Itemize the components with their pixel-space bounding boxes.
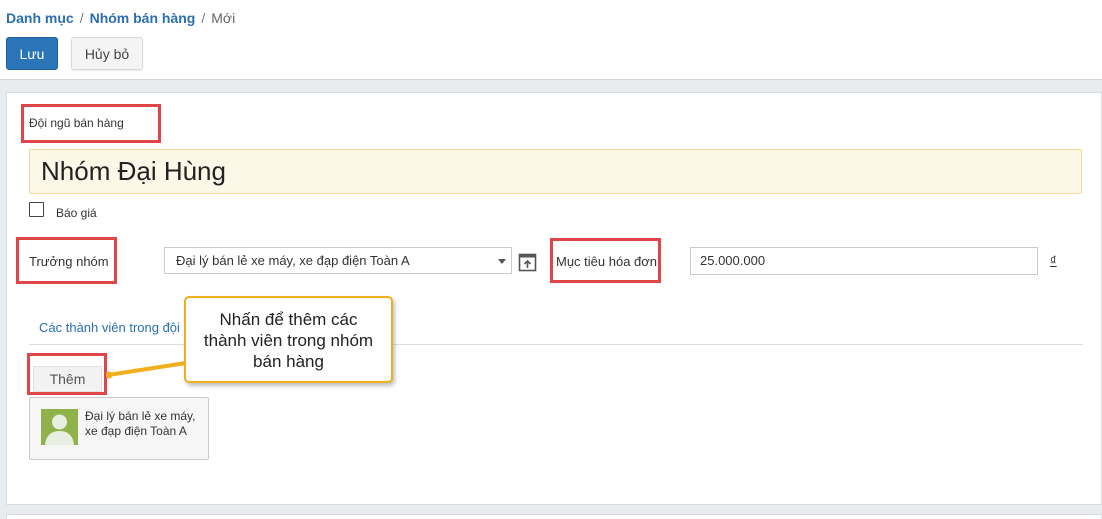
member-name: Đại lý bán lẻ xe máy, xe đạp điện Toàn A <box>85 409 205 439</box>
team-leader-select[interactable]: Đại lý bán lẻ xe máy, xe đạp điện Toàn A <box>164 247 512 274</box>
team-leader-label: Trưởng nhóm <box>29 254 109 269</box>
breadcrumb-separator: / <box>79 10 84 26</box>
save-button[interactable]: Lưu <box>6 37 58 70</box>
chevron-down-icon <box>498 259 506 264</box>
breadcrumb-link-sales-team[interactable]: Nhóm bán hàng <box>90 10 196 26</box>
member-name-line2: xe đạp điện Toàn A <box>85 424 187 438</box>
team-name-input[interactable]: Nhóm Đại Hùng <box>29 149 1082 194</box>
cancel-button[interactable]: Hủy bỏ <box>71 37 143 70</box>
team-leader-value: Đại lý bán lẻ xe máy, xe đạp điện Toàn A <box>176 253 410 268</box>
callout-line-3: bán hàng <box>253 352 324 371</box>
external-link-icon[interactable] <box>518 253 537 272</box>
control-panel: Danh mục / Nhóm bán hàng / Mới Lưu Hủy bỏ <box>0 0 1102 80</box>
tab-team-members[interactable]: Các thành viên trong đội <box>39 320 180 335</box>
callout-line-1: Nhấn để thêm các <box>219 310 358 329</box>
member-name-line1: Đại lý bán lẻ xe máy, <box>85 409 196 423</box>
tooltip-callout: Nhấn để thêm các thành viên trong nhóm b… <box>184 296 393 383</box>
callout-line-2: thành viên trong nhóm <box>203 331 374 350</box>
breadcrumb-separator: / <box>201 10 206 26</box>
invoice-target-label: Mục tiêu hóa đơn <box>556 254 658 269</box>
breadcrumb: Danh mục / Nhóm bán hàng / Mới <box>6 10 235 26</box>
add-member-button[interactable]: Thêm <box>33 366 102 392</box>
member-card[interactable]: Đại lý bán lẻ xe máy, xe đạp điện Toàn A <box>29 397 209 460</box>
invoice-target-input[interactable]: 25.000.000 <box>690 247 1038 275</box>
breadcrumb-link-catalog[interactable]: Danh mục <box>6 10 74 26</box>
currency-symbol: ₫ <box>1050 253 1057 268</box>
quotation-checkbox[interactable] <box>29 202 44 217</box>
breadcrumb-current: Mới <box>211 10 236 26</box>
callout-pointer <box>106 361 188 379</box>
user-avatar-icon <box>41 409 78 445</box>
team-label: Đội ngũ bán hàng <box>29 116 124 130</box>
next-sheet-edge <box>6 514 1102 519</box>
quotation-label: Báo giá <box>56 206 97 220</box>
